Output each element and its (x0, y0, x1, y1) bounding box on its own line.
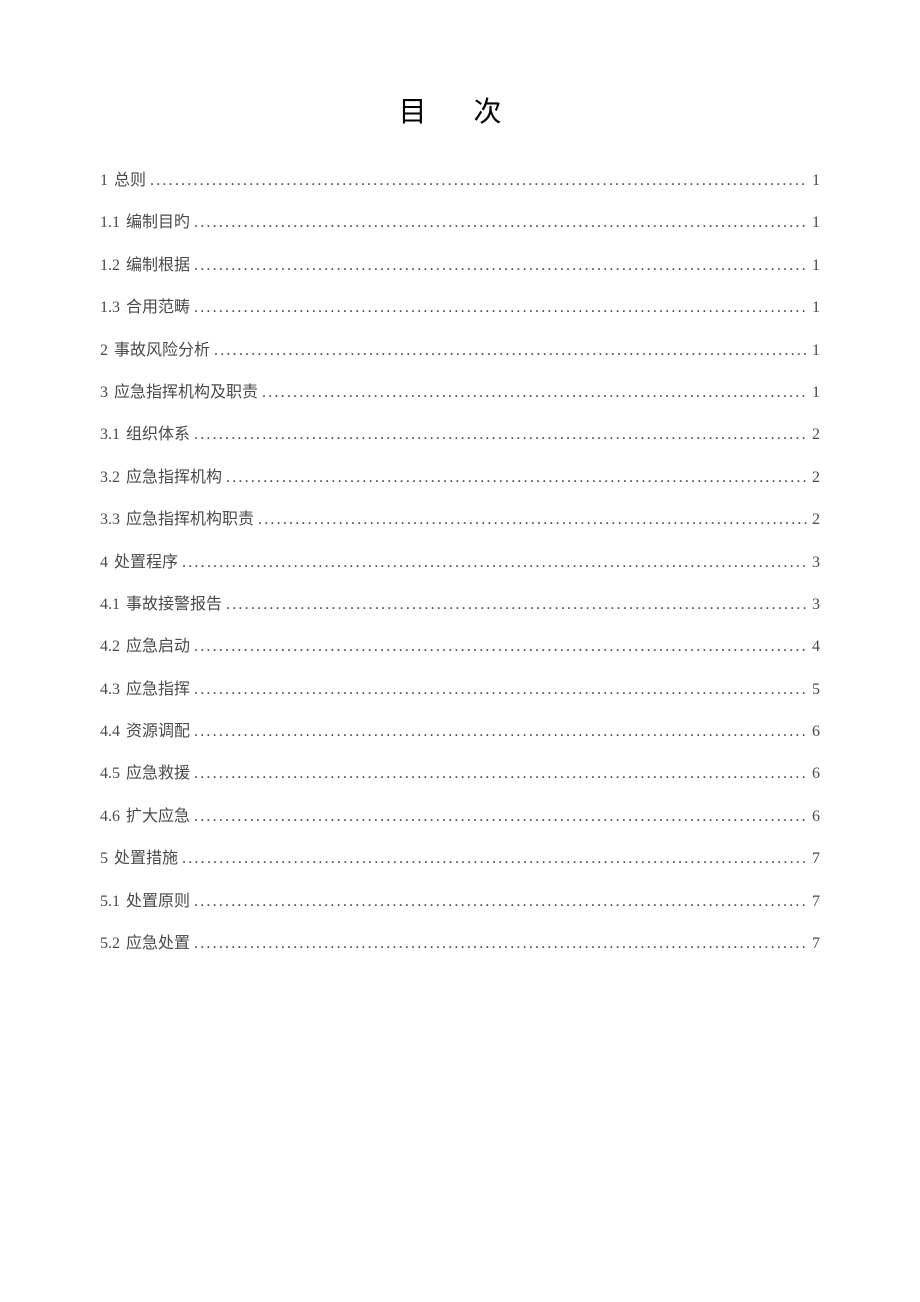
toc-entry-page: 7 (812, 848, 820, 870)
toc-entry-label: 编制根据 (126, 255, 190, 277)
toc-list: 1 总则 1 1.1 编制目旳 1 1.2 编制根据 1 1.3 合用范畴 1 2 事故风险分析 1 3 应急指… (100, 170, 820, 955)
toc-entry-page: 1 (812, 255, 820, 277)
toc-leader-dots (194, 891, 808, 913)
toc-leader-dots (182, 552, 808, 574)
toc-entry-label: 编制目旳 (126, 212, 190, 234)
toc-entry-number: 1.2 (100, 255, 120, 277)
toc-entry-page: 2 (812, 467, 820, 489)
toc-entry-number: 4.4 (100, 721, 120, 743)
toc-entry-number: 4.5 (100, 763, 120, 785)
toc-entry-number: 3.1 (100, 424, 120, 446)
toc-leader-dots (194, 424, 808, 446)
toc-entry-label: 总则 (114, 170, 146, 192)
toc-leader-dots (194, 297, 808, 319)
toc-entry-page: 3 (812, 594, 820, 616)
toc-entry-page: 1 (812, 297, 820, 319)
toc-entry-number: 1 (100, 170, 108, 192)
toc-entry-page: 1 (812, 382, 820, 404)
toc-entry-page: 4 (812, 636, 820, 658)
toc-entry: 1.3 合用范畴 1 (100, 297, 820, 319)
toc-entry: 4.1 事故接警报告 3 (100, 594, 820, 616)
toc-entry-number: 5.2 (100, 933, 120, 955)
toc-entry-number: 4.3 (100, 679, 120, 701)
toc-entry: 4.3 应急指挥 5 (100, 679, 820, 701)
toc-entry: 5.2 应急处置 7 (100, 933, 820, 955)
toc-entry-label: 组织体系 (126, 424, 190, 446)
toc-entry: 4.2 应急启动 4 (100, 636, 820, 658)
toc-entry: 3 应急指挥机构及职责 1 (100, 382, 820, 404)
toc-entry-label: 处置措施 (114, 848, 178, 870)
toc-entry-label: 处置原则 (126, 891, 190, 913)
toc-entry-label: 应急指挥机构 (126, 467, 222, 489)
toc-entry-page: 1 (812, 212, 820, 234)
toc-leader-dots (194, 636, 808, 658)
toc-entry: 2 事故风险分析 1 (100, 340, 820, 362)
toc-leader-dots (194, 763, 808, 785)
toc-entry-page: 6 (812, 721, 820, 743)
toc-leader-dots (150, 170, 808, 192)
toc-leader-dots (262, 382, 808, 404)
toc-entry: 4 处置程序 3 (100, 552, 820, 574)
toc-entry-label: 事故风险分析 (114, 340, 210, 362)
toc-entry-number: 1.1 (100, 212, 120, 234)
toc-entry-page: 7 (812, 933, 820, 955)
document-page: 目 次 1总则11.1编制目旳11.2编制根据11.3合用范畴12事故风险分析1… (0, 0, 920, 955)
toc-entry-label: 应急指挥机构职责 (126, 509, 254, 531)
toc-entry-number: 5.1 (100, 891, 120, 913)
toc-leader-dots (182, 848, 808, 870)
toc-leader-dots (194, 806, 808, 828)
toc-entry-number: 3 (100, 382, 108, 404)
toc-leader-dots (226, 467, 808, 489)
toc-entry-label: 处置程序 (114, 552, 178, 574)
toc-entry-label: 事故接警报告 (126, 594, 222, 616)
toc-entry-label: 合用范畴 (126, 297, 190, 319)
toc-leader-dots (258, 509, 808, 531)
toc-entry-page: 6 (812, 806, 820, 828)
toc-entry-label: 应急救援 (126, 763, 190, 785)
toc-entry-number: 3.3 (100, 509, 120, 531)
toc-leader-dots (194, 933, 808, 955)
toc-entry: 4.5 应急救援 6 (100, 763, 820, 785)
toc-entry-page: 6 (812, 763, 820, 785)
toc-leader-dots (194, 721, 808, 743)
toc-entry-number: 3.2 (100, 467, 120, 489)
toc-entry-number: 4.2 (100, 636, 120, 658)
toc-entry: 1 总则 1 (100, 170, 820, 192)
toc-entry-page: 2 (812, 509, 820, 531)
toc-entry-page: 1 (812, 170, 820, 192)
toc-entry-label: 应急启动 (126, 636, 190, 658)
toc-entry-number: 4.6 (100, 806, 120, 828)
toc-entry-number: 5 (100, 848, 108, 870)
toc-entry-label: 扩大应急 (126, 806, 190, 828)
toc-entry: 5.1 处置原则 7 (100, 891, 820, 913)
toc-entry-page: 5 (812, 679, 820, 701)
toc-entry-page: 3 (812, 552, 820, 574)
toc-entry: 3.2 应急指挥机构 2 (100, 467, 820, 489)
toc-leader-dots (226, 594, 808, 616)
toc-entry-label: 资源调配 (126, 721, 190, 743)
toc-entry: 4.4 资源调配 6 (100, 721, 820, 743)
toc-entry-number: 1.3 (100, 297, 120, 319)
toc-entry: 4.6 扩大应急 6 (100, 806, 820, 828)
toc-entry-number: 4 (100, 552, 108, 574)
toc-entry-page: 1 (812, 340, 820, 362)
toc-entry: 3.3 应急指挥机构职责 2 (100, 509, 820, 531)
toc-leader-dots (194, 212, 808, 234)
toc-entry-number: 2 (100, 340, 108, 362)
toc-entry-number: 4.1 (100, 594, 120, 616)
toc-entry-page: 2 (812, 424, 820, 446)
toc-entry-page: 7 (812, 891, 820, 913)
toc-entry: 5 处置措施 7 (100, 848, 820, 870)
toc-leader-dots (194, 255, 808, 277)
toc-title: 目 次 (100, 90, 820, 130)
toc-leader-dots (214, 340, 808, 362)
toc-entry-label: 应急指挥机构及职责 (114, 382, 258, 404)
toc-entry: 3.1 组织体系 2 (100, 424, 820, 446)
toc-leader-dots (194, 679, 808, 701)
toc-entry-label: 应急处置 (126, 933, 190, 955)
toc-entry: 1.2 编制根据 1 (100, 255, 820, 277)
toc-entry-label: 应急指挥 (126, 679, 190, 701)
toc-entry: 1.1 编制目旳 1 (100, 212, 820, 234)
